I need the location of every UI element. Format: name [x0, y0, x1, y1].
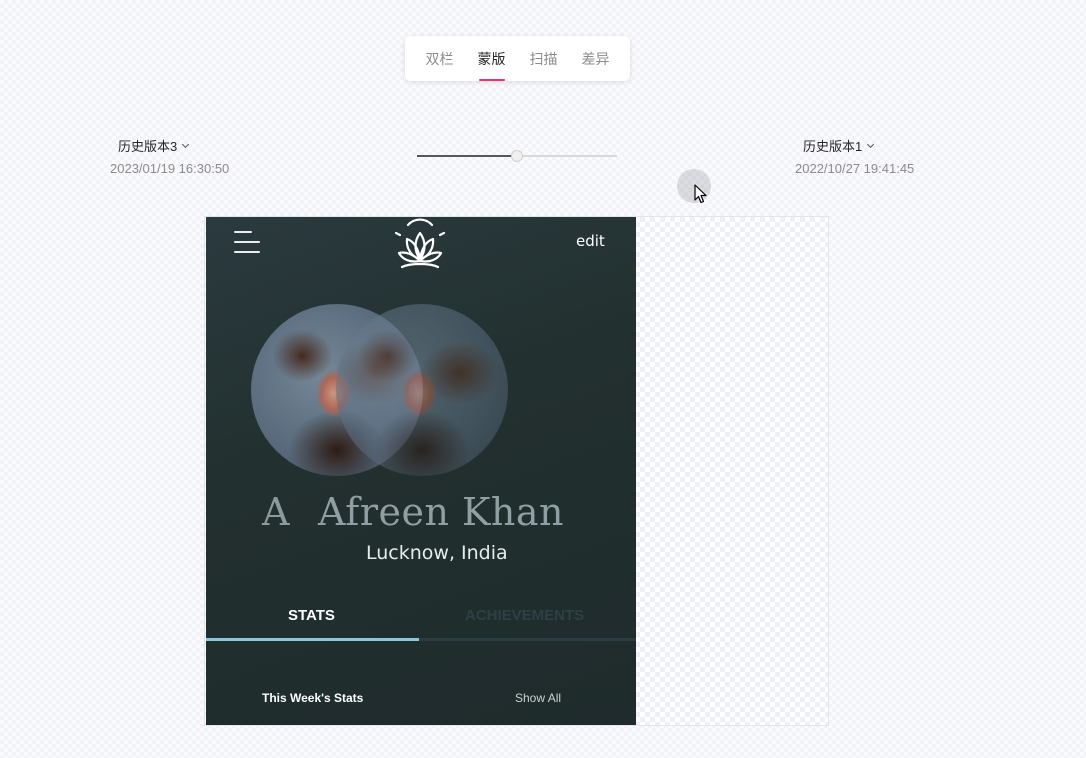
slider-handle[interactable] [511, 150, 523, 162]
edit-link[interactable]: edit [576, 232, 605, 250]
right-version-selector: 历史版本1 2022/10/27 19:41:45 [795, 136, 914, 176]
tab-indicator-active [206, 638, 419, 641]
left-version-dropdown[interactable]: 历史版本3 [118, 136, 229, 155]
mode-tabs: 双栏 蒙版 扫描 差异 [405, 36, 630, 81]
section-title: This Week's Stats [262, 691, 364, 705]
tab-scan[interactable]: 扫描 [518, 36, 570, 81]
profile-location: Lucknow, India [366, 542, 508, 564]
left-version-selector: 历史版本3 2023/01/19 16:30:50 [110, 136, 229, 176]
left-version-time: 2023/01/19 16:30:50 [110, 161, 230, 176]
chevron-down-icon [867, 140, 875, 148]
tab-achievements[interactable]: ACHIEVEMENTS [465, 607, 584, 624]
tab-side-by-side[interactable]: 双栏 [414, 36, 466, 81]
chevron-down-icon [182, 140, 190, 148]
mouse-cursor-icon [694, 184, 707, 204]
mobile-screen-preview: edit A Afreen Khan Lucknow, India STATS … [206, 217, 636, 725]
slider-fill [417, 155, 517, 157]
compare-canvas: edit A Afreen Khan Lucknow, India STATS … [204, 216, 829, 726]
tab-stats[interactable]: STATS [288, 607, 335, 624]
tab-diff[interactable]: 差异 [570, 36, 622, 81]
tab-overlay[interactable]: 蒙版 [466, 36, 518, 81]
left-version-name: 历史版本3 [118, 139, 178, 154]
profile-name: Afreen Khan [318, 490, 565, 534]
right-version-time: 2022/10/27 19:41:45 [795, 161, 915, 176]
right-version-name: 历史版本1 [803, 139, 863, 154]
overlay-opacity-slider[interactable] [417, 149, 617, 163]
profile-name-ghost: A [262, 490, 290, 534]
avatar-overlay [336, 304, 508, 476]
lotus-logo-icon [394, 218, 446, 269]
hamburger-menu-icon[interactable] [234, 229, 264, 255]
right-version-dropdown[interactable]: 历史版本1 [803, 136, 914, 155]
show-all-link[interactable]: Show All [515, 691, 561, 705]
